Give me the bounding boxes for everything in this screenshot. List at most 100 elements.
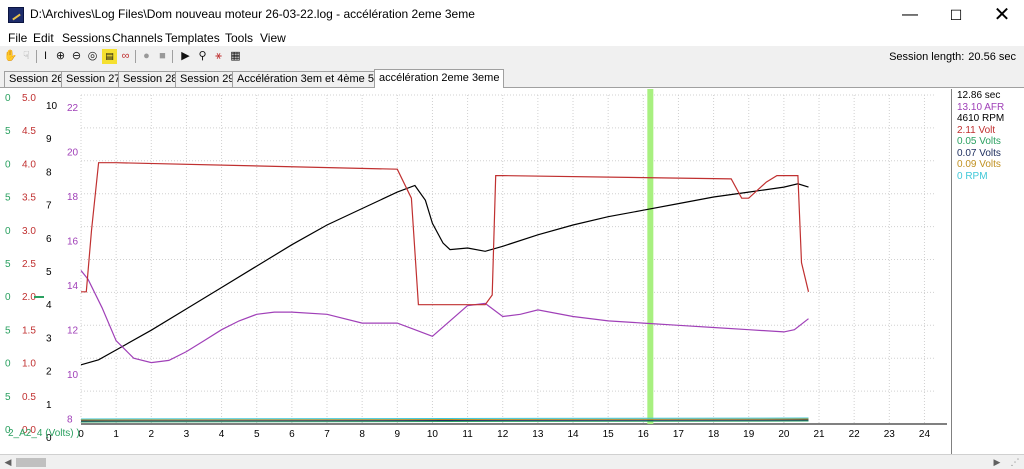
x-tick-label: 5 <box>254 429 260 440</box>
bottom-channel-label: 2_A2_4 (Volts) ) <box>8 428 80 439</box>
x-tick-label: 14 <box>567 429 579 440</box>
red-axis-tick-label: 5.0 <box>22 93 36 104</box>
purple-axis-tick-label: 16 <box>67 237 79 248</box>
scroll-left-icon[interactable]: ◀ <box>1 456 15 469</box>
note-icon[interactable]: ▤ <box>102 49 117 64</box>
zoom-out-icon[interactable]: ⊖ <box>69 49 84 64</box>
record-icon[interactable]: ● <box>139 49 154 64</box>
green-axis-tick-label: 0 <box>5 226 11 237</box>
pan-icon[interactable]: ☟ <box>19 49 34 64</box>
green-axis-tick-label: 5 <box>5 259 11 270</box>
legend-item: 0.05 Volts <box>957 136 1001 147</box>
tab-session-27[interactable]: Session 27 <box>61 71 126 87</box>
binoculars-icon[interactable]: ∞ <box>118 49 133 64</box>
green-axis-tick-label: 0 <box>5 292 11 303</box>
menu-edit[interactable]: Edit <box>33 30 54 46</box>
purple-axis-tick-label: 12 <box>67 326 79 337</box>
scroll-thumb[interactable] <box>16 458 46 467</box>
toolbar-separator <box>135 50 136 63</box>
grid-icon[interactable]: ▦ <box>228 49 243 64</box>
hand-icon[interactable]: ✋ <box>3 49 18 64</box>
x-tick-label: 12 <box>497 429 509 440</box>
x-tick-label: 24 <box>919 429 931 440</box>
x-tick-label: 20 <box>778 429 790 440</box>
series-rpm-line <box>80 183 809 366</box>
title-bar: D:\Archives\Log Files\Dom nouveau moteur… <box>0 0 1024 30</box>
menu-bar: File Edit Sessions Channels Templates To… <box>0 30 1024 46</box>
black-axis-tick-label: 7 <box>46 201 52 212</box>
legend-item: 13.10 AFR <box>957 101 1005 113</box>
red-axis-tick-label: 1.0 <box>22 359 36 370</box>
app-icon <box>8 7 24 23</box>
chart-icon[interactable]: ⚹ <box>211 49 226 64</box>
x-tick-label: 17 <box>673 429 685 440</box>
black-axis-tick-label: 8 <box>46 167 52 178</box>
series-volt-line <box>81 162 810 306</box>
red-axis-tick-label: 4.0 <box>22 159 36 170</box>
find-icon[interactable]: ⚲ <box>195 49 210 64</box>
menu-channels[interactable]: Channels <box>112 30 163 46</box>
purple-axis-tick-label: 22 <box>67 103 79 114</box>
red-axis-tick-label: 2.5 <box>22 259 36 270</box>
toolbar: ✋ ☟ I ⊕ ⊖ ◎ ▤ ∞ ● ■ ▶ ⚲ ⚹ ▦ Session leng… <box>0 46 1024 68</box>
tab-session-28[interactable]: Session 28 <box>118 71 183 87</box>
toolbar-separator <box>172 50 173 63</box>
session-length-value: 20.56 sec <box>968 51 1016 63</box>
close-button[interactable]: ✕ <box>979 0 1024 30</box>
legend-item: 0.07 Volts <box>957 147 1001 159</box>
zoom-fit-icon[interactable]: ◎ <box>85 49 100 64</box>
red-axis-tick-label: 3.5 <box>22 193 36 204</box>
x-tick-label: 8 <box>359 429 365 440</box>
menu-sessions[interactable]: Sessions <box>62 30 111 46</box>
x-tick-label: 6 <box>289 429 295 440</box>
menu-tools[interactable]: Tools <box>225 30 253 46</box>
purple-axis-tick-label: 18 <box>67 192 79 203</box>
resize-grip-icon[interactable]: ⋰ <box>1008 456 1022 469</box>
x-tick-label: 16 <box>638 429 650 440</box>
purple-axis-tick-label: 10 <box>67 370 79 381</box>
zoom-in-icon[interactable]: ⊕ <box>53 49 68 64</box>
toolbar-separator <box>36 50 37 63</box>
tab-acceleration-2eme-3eme[interactable]: accélération 2eme 3eme <box>374 69 505 88</box>
x-tick-label: 15 <box>603 429 615 440</box>
green-axis-tick-label: 0 <box>5 93 11 104</box>
black-axis-tick-label: 3 <box>46 333 52 344</box>
window-title: D:\Archives\Log Files\Dom nouveau moteur… <box>30 7 475 21</box>
stop-icon[interactable]: ■ <box>155 49 170 64</box>
x-tick-label: 21 <box>813 429 825 440</box>
legend-item: 12.86 sec <box>957 90 1001 101</box>
menu-view[interactable]: View <box>260 30 286 46</box>
maximize-button[interactable]: ☐ <box>933 0 979 30</box>
x-tick-label: 19 <box>743 429 755 440</box>
menu-file[interactable]: File <box>8 30 27 46</box>
tab-acceleration-3em-4eme[interactable]: Accélération 3em et 4ème 5000 <box>232 71 398 87</box>
legend-item: 4610 RPM <box>957 113 1005 124</box>
chart-area[interactable]: 0 1 2 3 4 5 6 7 8 9 10 11 12 13 14 15 16 17 18 19 20 21 22 23 24… <box>0 89 1024 454</box>
black-axis-tick-label: 2 <box>46 367 52 378</box>
tab-session-26[interactable]: Session 26 <box>4 71 69 87</box>
x-tick-label: 11 <box>462 429 473 440</box>
purple-axis-tick-label: 20 <box>67 148 79 159</box>
legend-panel: 12.86 sec 13.10 AFR 4610 RPM 2.11 Volt 0.05 … <box>951 89 1019 454</box>
play-icon[interactable]: ▶ <box>178 49 193 64</box>
tab-session-29[interactable]: Session 29 <box>175 71 240 87</box>
black-axis-tick-label: 5 <box>46 267 52 278</box>
x-tick-label: 4 <box>219 429 225 440</box>
green-axis-tick-label: 5 <box>5 325 11 336</box>
menu-templates[interactable]: Templates <box>165 30 220 46</box>
green-axis-tick-label: 0 <box>5 359 11 370</box>
scroll-right-icon[interactable]: ▶ <box>990 456 1004 469</box>
minimize-button[interactable]: — <box>887 0 933 30</box>
red-axis-tick-label: 3.0 <box>22 226 36 237</box>
horizontal-scrollbar[interactable]: ◀ ▶ ⋰ <box>0 454 1024 469</box>
x-tick-label: 10 <box>427 429 439 440</box>
x-tick-label: 3 <box>184 429 190 440</box>
black-axis-tick-label: 9 <box>46 134 52 145</box>
x-tick-label: 18 <box>708 429 720 440</box>
chart-svg[interactable]: 0 1 2 3 4 5 6 7 8 9 10 11 12 13 14 15 16 17 18 19 20 21 22 23 24… <box>0 89 951 454</box>
cursor-icon[interactable]: I <box>38 49 53 64</box>
x-tick-label: 22 <box>849 429 861 440</box>
green-axis-tick-label: 5 <box>5 126 11 137</box>
red-axis-tick-label: 1.5 <box>22 325 36 336</box>
x-tick-label: 13 <box>532 429 544 440</box>
